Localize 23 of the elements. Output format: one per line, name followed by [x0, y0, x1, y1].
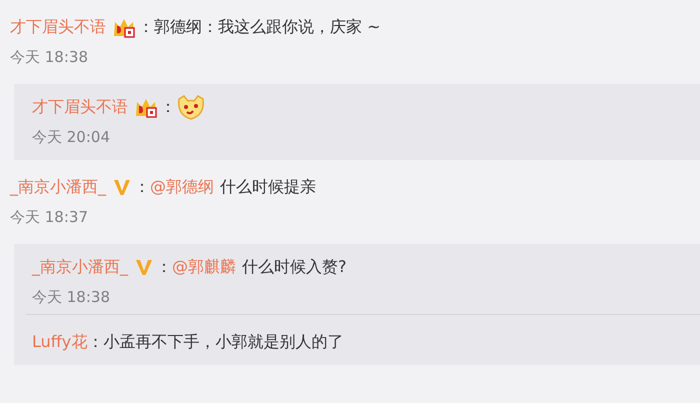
colon: ：: [134, 176, 150, 198]
user-name-link[interactable]: 才下眉头不语: [10, 15, 106, 39]
comment-text: 郭德纲：我这么跟你说，庆家 ~: [154, 16, 380, 38]
user-name-link[interactable]: _南京小潘西_: [32, 255, 128, 279]
timestamp: 今天 18:38: [10, 47, 89, 68]
colon: ：: [87, 331, 104, 353]
colon: ：: [156, 256, 172, 278]
mention-link[interactable]: @郭德纲: [150, 175, 214, 199]
user-name-link[interactable]: Luffy花: [32, 330, 88, 354]
user-name-link[interactable]: 才下眉头不语: [32, 95, 128, 119]
colon: ：: [160, 96, 176, 118]
timestamp: 今天 20:04: [32, 127, 111, 148]
user-name-link[interactable]: _南京小潘西_: [10, 175, 106, 199]
comment-text: 小孟再不下手，小郭就是别人的了: [103, 331, 344, 353]
cat-emoji-icon: [176, 93, 206, 121]
verified-badge-icon: [112, 177, 132, 197]
timestamp: 今天 18:38: [32, 287, 111, 308]
comment-text: 什么时候提亲: [220, 176, 316, 198]
mention-link[interactable]: @郭麒麟: [172, 255, 236, 279]
verified-badge-icon: [134, 257, 154, 277]
timestamp: 今天 18:37: [10, 207, 89, 228]
colon: ：: [138, 16, 154, 38]
comment-text: 什么时候入赘?: [242, 256, 346, 278]
